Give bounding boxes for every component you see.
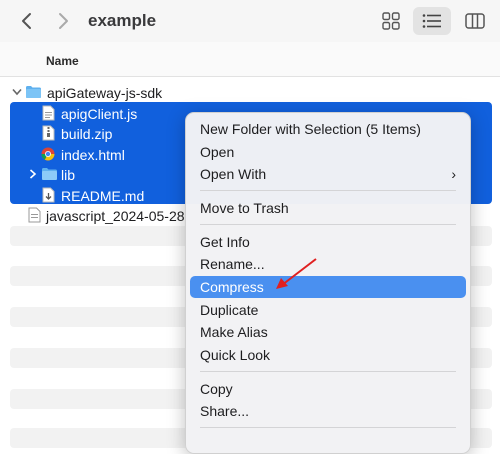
disclosure-right-icon[interactable] [29,169,37,179]
js-file-icon [42,105,55,121]
chrome-html-icon [41,147,55,161]
menu-item-open[interactable]: Open [190,141,466,163]
menu-item-compress[interactable]: Compress [190,276,466,298]
menu-item-get-info[interactable]: Get Info [190,231,466,253]
list-view-icon [422,14,441,28]
menu-item-move-to-trash[interactable]: Move to Trash [190,197,466,219]
menu-separator [200,371,456,372]
file-name: apigClient.js [61,106,138,122]
folder-icon [26,86,41,98]
toolbar: example [0,0,500,42]
file-name: build.zip [61,126,113,142]
column-view-button[interactable] [456,7,494,35]
back-button[interactable] [14,8,40,34]
menu-item-duplicate[interactable]: Duplicate [190,299,466,321]
chevron-right-icon: › [451,166,456,182]
disclosure-down-icon[interactable] [12,88,22,96]
menu-separator [200,224,456,225]
file-name: javascript_2024-05-28 [46,208,185,224]
list-view-button[interactable] [413,7,451,35]
folder-name: apiGateway-js-sdk [47,85,163,101]
grid-view-icon [382,12,400,30]
file-name: index.html [61,147,125,163]
name-column-header[interactable]: Name [46,54,79,68]
grid-view-button[interactable] [372,7,410,35]
markdown-file-icon [42,187,55,203]
menu-item-copy[interactable]: Copy [190,378,466,400]
menu-item-open-with[interactable]: Open With › [190,163,466,185]
menu-separator [200,190,456,191]
annotation-arrow-icon [276,258,317,289]
column-view-icon [465,13,485,29]
folder-icon [42,168,57,180]
chevron-right-icon [59,13,68,29]
zip-file-icon [42,125,55,141]
column-header: Name [0,42,500,77]
menu-item-rename[interactable]: Rename... [190,253,466,275]
menu-separator [200,427,456,428]
menu-item-make-alias[interactable]: Make Alias [190,321,466,343]
menu-item-quick-look[interactable]: Quick Look [190,344,466,366]
file-name: lib [61,167,76,183]
window-title: example [88,11,157,30]
file-row-folder[interactable]: apiGateway-js-sdk [0,82,500,102]
menu-item-share[interactable]: Share... [190,400,466,422]
generic-file-icon [28,207,41,223]
forward-button[interactable] [50,8,76,34]
file-name: README.md [61,188,145,204]
context-menu: New Folder with Selection (5 Items) Open… [185,112,471,454]
menu-item-new-folder[interactable]: New Folder with Selection (5 Items) [190,118,466,140]
chevron-left-icon [22,13,31,29]
